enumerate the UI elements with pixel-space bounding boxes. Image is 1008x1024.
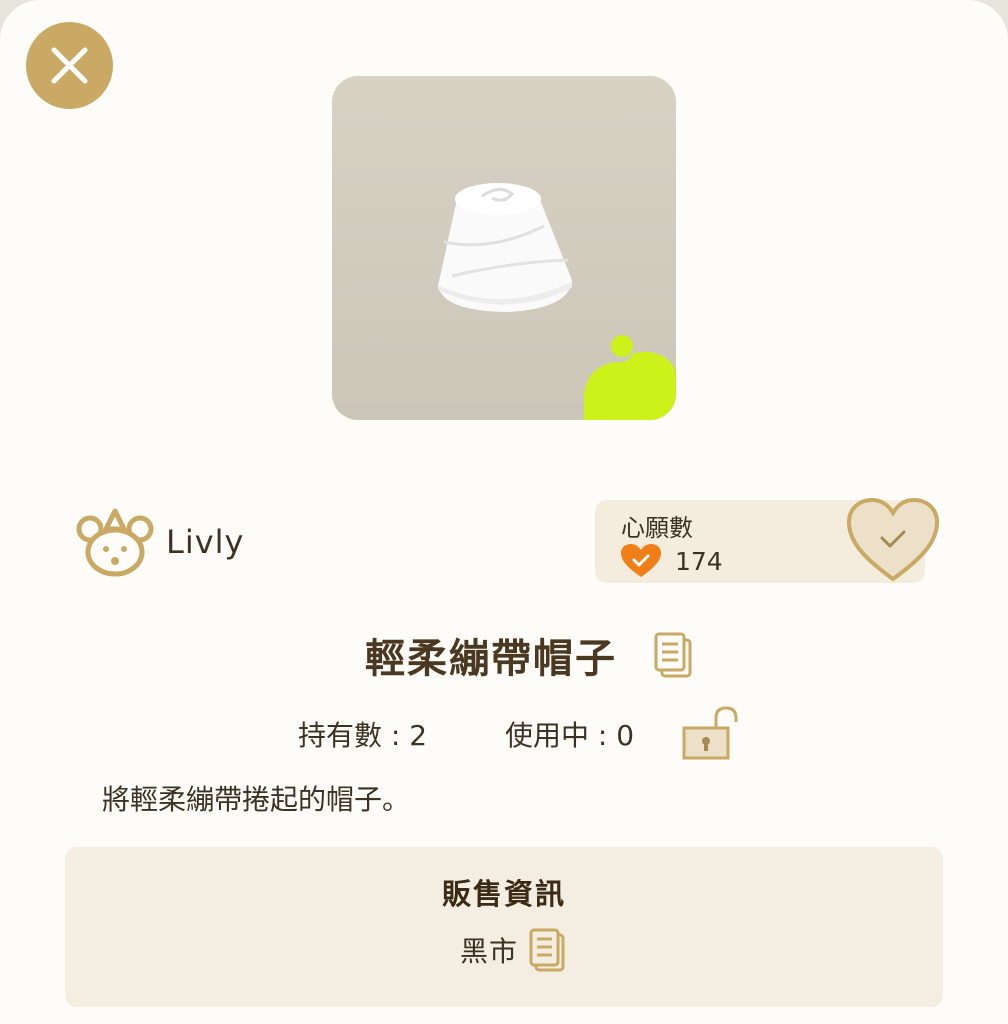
unlocked-padlock-icon [682,706,738,760]
bandage-hat-icon [438,183,676,420]
document-icon[interactable] [528,927,566,973]
owned-count: 持有數 : 2 [298,719,428,752]
item-detail-sheet: Livly 心願數 174 輕柔繃帶帽子 持有數 : 2 使用中 : 0 將輕柔… [0,0,1008,1024]
item-image [332,76,676,420]
wishlist-title: 心願數 [621,514,693,542]
livly-bear-icon [76,508,154,577]
wishlist-count: 174 [675,546,723,576]
wishlist-button[interactable] [845,496,941,584]
brand-name: Livly [166,523,245,561]
sales-info-row: 黑市 [65,925,943,975]
stats-row: 持有數 : 2 使用中 : 0 [0,704,1008,764]
sales-location: 黑市 [459,935,518,968]
sales-info-title: 販售資訊 [441,877,566,911]
sales-info-box: 販售資訊 黑市 [65,847,943,1007]
in-use-count: 使用中 : 0 [505,719,635,752]
wishlist-count-row: 174 [621,544,723,578]
close-icon [51,47,88,84]
brand-badge: Livly [76,506,244,578]
heart-check-icon [846,497,940,582]
lock-toggle[interactable] [680,704,740,766]
item-description: 將輕柔繃帶捲起的帽子。 [102,783,411,816]
orange-heart-check-icon [621,544,661,577]
item-title: 輕柔繃帶帽子 [365,636,617,682]
document-copy-icon[interactable] [653,631,693,679]
item-title-row: 輕柔繃帶帽子 [0,620,1008,690]
close-button[interactable] [26,22,113,109]
